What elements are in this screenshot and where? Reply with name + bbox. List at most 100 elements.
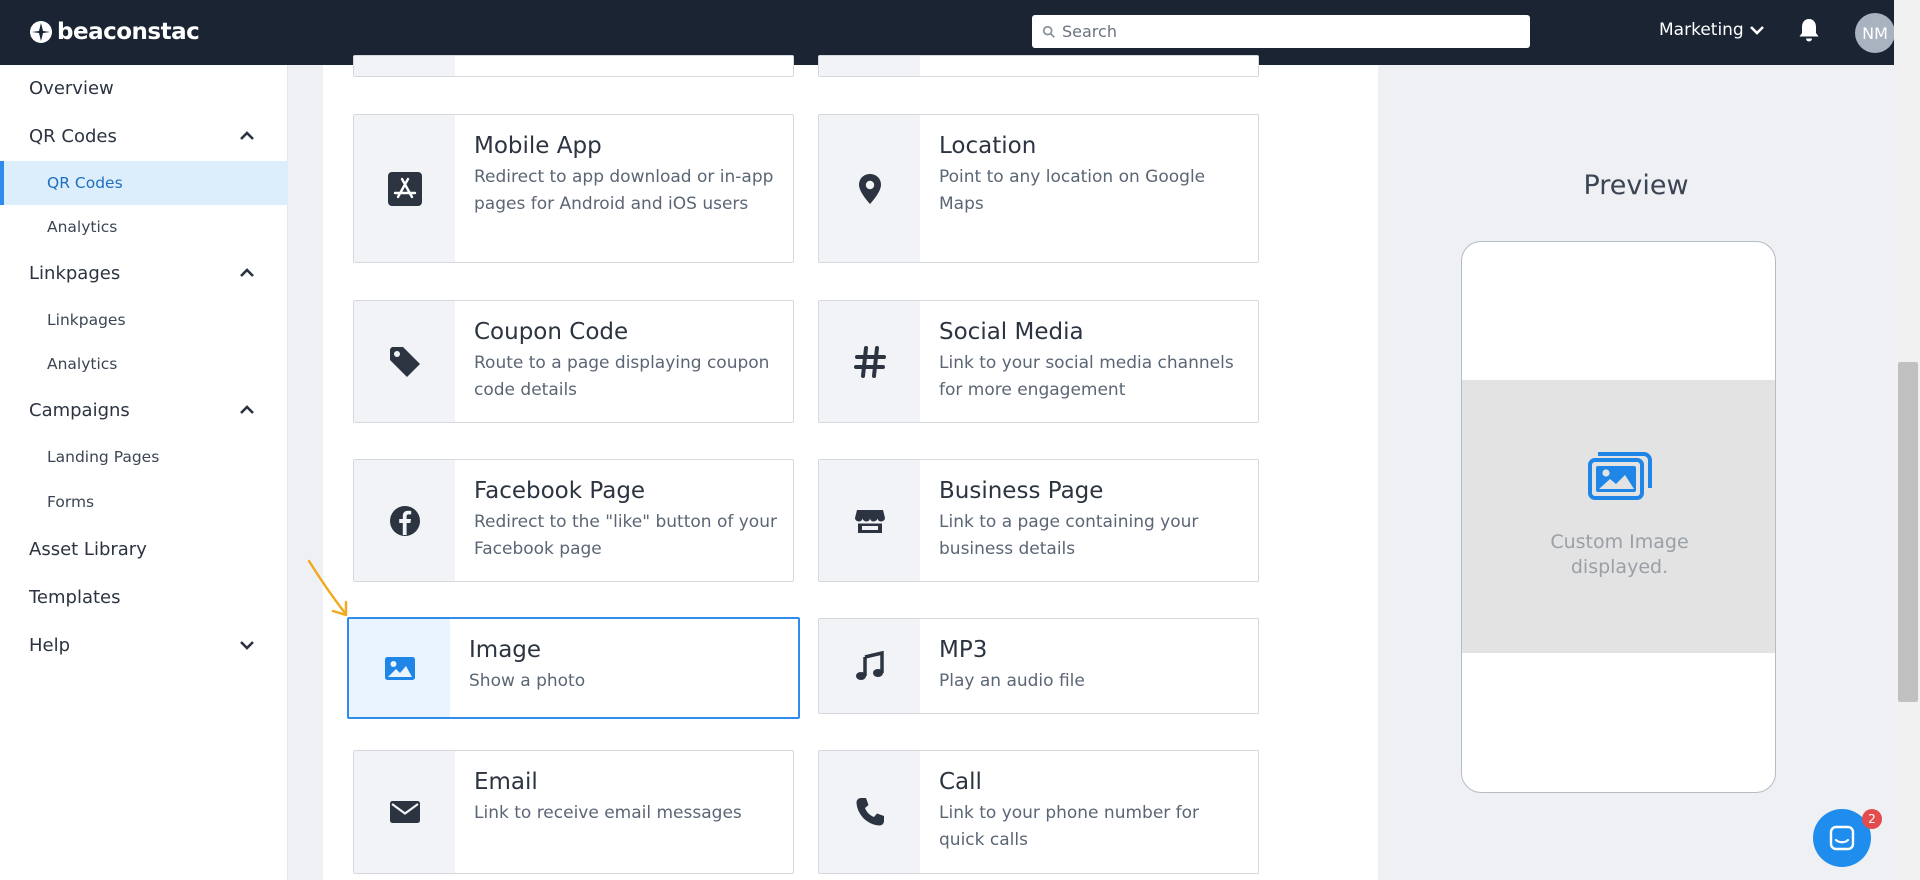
sidebar-item-label: QR Codes (29, 125, 117, 147)
card-description: Play an audio file (939, 671, 1085, 691)
sidebar-item-label: Templates (29, 586, 121, 608)
card-description: Redirect to the "like" button of your Fa… (474, 512, 777, 559)
card-description: Link to your phone number for quick call… (939, 803, 1200, 850)
sidebar-item-label: Linkpages (29, 262, 121, 284)
campaign-card-social-media[interactable]: Social Media Link to your social media c… (818, 300, 1259, 423)
campaign-type-panel: Mobile App Redirect to app download or i… (323, 55, 1378, 880)
card-icon-cell (819, 619, 920, 713)
sidebar-item-qr-codes[interactable]: QR Codes (0, 161, 288, 205)
campaign-card-business-page[interactable]: Business Page Link to a page containing … (818, 459, 1259, 582)
sidebar-item-label: Overview (29, 77, 114, 99)
card-icon-cell (819, 301, 920, 422)
envelope-icon (389, 801, 420, 823)
card-title: Email (474, 769, 538, 795)
card-description: Route to a page displaying coupon code d… (474, 353, 770, 400)
chat-unread-badge: 2 (1862, 809, 1882, 829)
card-description: Redirect to app download or in-app pages… (474, 167, 774, 214)
phone-mockup: Custom Image displayed. (1461, 241, 1776, 793)
sidebar-item-label: Help (29, 634, 71, 656)
sidebar-item-label: Analytics (47, 218, 118, 236)
sidebar-group-help[interactable]: Help (0, 622, 288, 668)
chevron-down-icon (1749, 26, 1764, 35)
card-description: Show a photo (469, 671, 586, 691)
card-title: Image (469, 637, 542, 663)
tag-icon (389, 346, 420, 377)
card-icon-cell (819, 460, 920, 581)
sidebar-group-qr-codes[interactable]: QR Codes (0, 113, 288, 159)
card-icon-cell (354, 751, 455, 873)
sidebar-group-campaigns[interactable]: Campaigns (0, 387, 288, 433)
sidebar-item-label: Campaigns (29, 399, 130, 421)
campaign-card-email[interactable]: Email Link to receive email messages (353, 750, 794, 874)
preview-caption: Custom Image displayed. (1462, 530, 1775, 580)
card-icon-cell (819, 56, 920, 76)
card-title: Location (939, 133, 1037, 159)
sidebar-item-label: Linkpages (47, 311, 126, 329)
campaign-card-mobile-app[interactable]: Mobile App Redirect to app download or i… (353, 114, 794, 263)
chevron-up-icon (240, 131, 254, 140)
images-icon (1588, 452, 1652, 500)
campaign-card-mp3[interactable]: MP3 Play an audio file (818, 618, 1259, 714)
search-input[interactable] (1062, 22, 1502, 41)
search-box[interactable] (1032, 15, 1530, 48)
card-title: MP3 (939, 637, 988, 663)
campaign-card-coupon-code[interactable]: Coupon Code Route to a page displaying c… (353, 300, 794, 423)
chevron-down-icon (240, 641, 254, 650)
sidebar-item-overview[interactable]: Overview (0, 65, 288, 111)
hashtag-icon (853, 345, 886, 378)
chat-icon (1829, 825, 1855, 851)
notification-bell-icon[interactable] (1797, 17, 1821, 43)
search-icon (1042, 25, 1055, 38)
card-description: Link to a page containing your business … (939, 512, 1199, 559)
org-switcher[interactable]: Marketing (1659, 20, 1765, 40)
preview-title: Preview (1583, 170, 1689, 201)
chevron-up-icon (240, 405, 254, 414)
phone-icon (856, 798, 884, 826)
card-icon-cell (819, 751, 920, 873)
brand-logo[interactable]: beaconstac (29, 17, 200, 47)
card-description: Link to receive email messages (474, 803, 742, 823)
campaign-card-partial[interactable] (353, 55, 794, 77)
beaconstac-logo-icon (30, 21, 52, 43)
campaign-card-partial[interactable] (818, 55, 1259, 77)
map-pin-icon (858, 173, 881, 204)
sidebar-item-qr-analytics[interactable]: Analytics (0, 205, 288, 249)
sidebar: Overview QR Codes QR Codes Analytics Lin… (0, 65, 288, 880)
org-name: Marketing (1659, 20, 1744, 40)
sidebar-item-linkpages[interactable]: Linkpages (0, 298, 288, 342)
image-icon (384, 657, 415, 680)
card-title: Mobile App (474, 133, 602, 159)
sidebar-item-asset-library[interactable]: Asset Library (0, 526, 288, 572)
preview-caption-line: displayed. (1570, 556, 1669, 578)
sidebar-item-landing-pages[interactable]: Landing Pages (0, 435, 288, 479)
chevron-up-icon (240, 268, 254, 277)
sidebar-item-linkpages-analytics[interactable]: Analytics (0, 342, 288, 386)
preview-caption-line: Custom Image (1550, 531, 1689, 553)
app-store-icon (387, 171, 422, 206)
sidebar-group-linkpages[interactable]: Linkpages (0, 250, 288, 296)
campaign-card-call[interactable]: Call Link to your phone number for quick… (818, 750, 1259, 874)
card-icon-cell (354, 56, 455, 76)
card-icon-cell (354, 460, 455, 581)
store-icon (854, 509, 885, 533)
scrollbar-thumb[interactable] (1898, 362, 1918, 702)
card-icon-cell (349, 619, 450, 717)
facebook-icon (389, 505, 420, 536)
user-avatar[interactable]: NM (1855, 13, 1895, 53)
card-title: Business Page (939, 478, 1104, 504)
card-icon-cell (354, 301, 455, 422)
campaign-card-image[interactable]: Image Show a photo (347, 617, 800, 719)
sidebar-item-templates[interactable]: Templates (0, 574, 288, 620)
card-title: Call (939, 769, 982, 795)
campaign-card-location[interactable]: Location Point to any location on Google… (818, 114, 1259, 263)
card-title: Facebook Page (474, 478, 646, 504)
card-icon-cell (819, 115, 920, 262)
sidebar-item-label: Analytics (47, 355, 118, 373)
annotation-arrow-icon (307, 559, 348, 617)
preview-panel: Preview Custom Image displayed. (1378, 65, 1894, 880)
campaign-card-facebook-page[interactable]: Facebook Page Redirect to the "like" but… (353, 459, 794, 582)
sidebar-item-label: QR Codes (47, 174, 123, 192)
card-description: Point to any location on Google Maps (939, 167, 1206, 214)
sidebar-item-forms[interactable]: Forms (0, 480, 288, 524)
preview-image-placeholder: Custom Image displayed. (1462, 380, 1775, 653)
